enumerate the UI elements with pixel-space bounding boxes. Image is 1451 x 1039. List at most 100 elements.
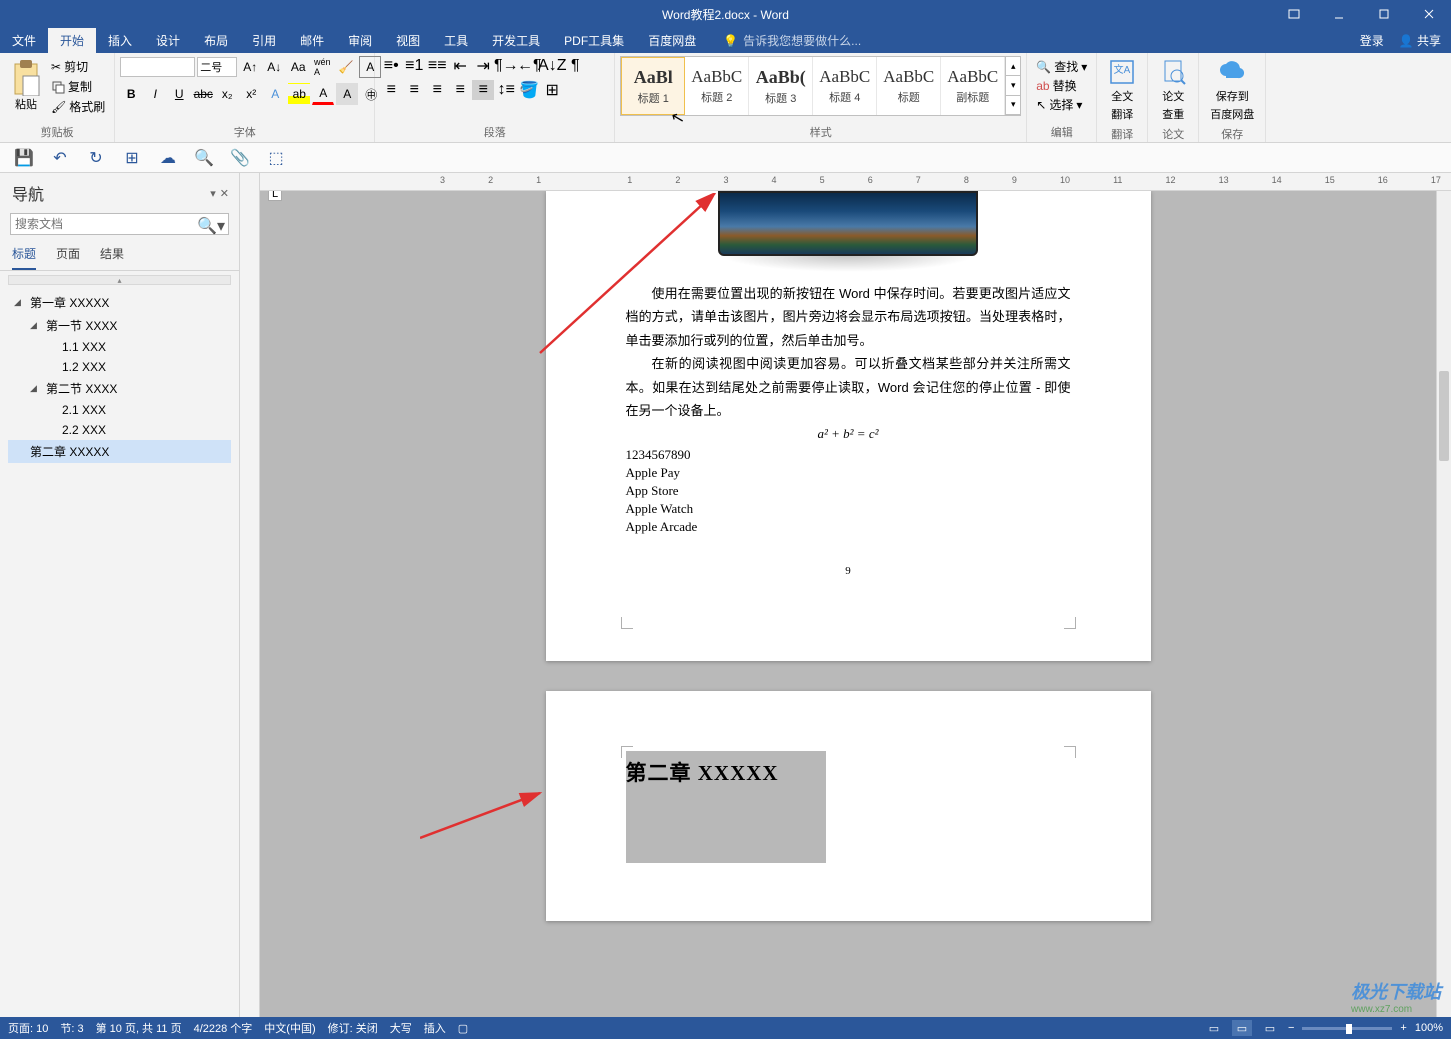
borders-icon[interactable]: ⊞ — [541, 80, 563, 100]
nav-dropdown-icon[interactable]: ▾ — [210, 187, 216, 200]
inline-image[interactable] — [718, 191, 978, 256]
tab-insert[interactable]: 插入 — [96, 28, 144, 53]
tab-layout[interactable]: 布局 — [192, 28, 240, 53]
change-case-icon[interactable]: Aa — [287, 56, 309, 78]
table-icon[interactable]: ⊞ — [123, 149, 141, 167]
justify-icon[interactable]: ≡ — [449, 80, 471, 100]
align-center-icon[interactable]: ≡ — [403, 80, 425, 100]
minimize-icon[interactable] — [1316, 0, 1361, 28]
close-icon[interactable] — [1406, 0, 1451, 28]
nav-item-7[interactable]: 第二章 XXXXX — [8, 440, 231, 463]
read-mode-icon[interactable]: ▭ — [1204, 1020, 1224, 1036]
equation[interactable]: a² + b² = c² — [626, 422, 1071, 445]
inc-indent-icon[interactable]: ⇥ — [472, 56, 494, 76]
numbering-icon[interactable]: ≡1 — [403, 56, 425, 76]
status-page[interactable]: 页面: 10 — [8, 1020, 48, 1036]
font-color-icon[interactable]: A — [312, 83, 334, 105]
styles-gallery[interactable]: AaBl标题 1AaBbC标题 2AaBb(标题 3AaBbC标题 4AaBbC… — [620, 56, 1021, 116]
document-page-1[interactable]: 使用在需要位置出现的新按钮在 Word 中保存时间。若要更改图片适应文档的方式，… — [546, 191, 1151, 661]
sort-icon[interactable]: A↓Z — [541, 56, 563, 76]
copy-button[interactable]: 复制 — [51, 78, 105, 95]
tab-view[interactable]: 视图 — [384, 28, 432, 53]
tab-stop-indicator[interactable]: L — [268, 191, 282, 201]
tab-developer[interactable]: 开发工具 — [480, 28, 552, 53]
paste-button[interactable]: 粘贴 — [5, 56, 47, 114]
macro-icon[interactable]: ▢ — [458, 1022, 468, 1035]
save-to-baidu-button[interactable]: 保存到 百度网盘 — [1204, 56, 1260, 124]
font-size-input[interactable] — [197, 57, 237, 77]
list-item[interactable]: Apple Watch — [626, 500, 1071, 518]
strike-button[interactable]: abc — [192, 83, 214, 105]
nav-item-0[interactable]: ◢第一章 XXXXX — [8, 291, 231, 314]
maximize-icon[interactable] — [1361, 0, 1406, 28]
ribbon-display-icon[interactable] — [1271, 0, 1316, 28]
style-item-4[interactable]: AaBbC标题 — [877, 57, 941, 115]
nav-item-4[interactable]: ◢第二节 XXXX — [8, 377, 231, 400]
subscript-button[interactable]: x₂ — [216, 83, 238, 105]
save-icon[interactable]: 💾 — [15, 149, 33, 167]
list-item[interactable]: Apple Arcade — [626, 518, 1071, 536]
nav-collapse-bar[interactable]: ▴ — [8, 275, 231, 285]
style-item-1[interactable]: AaBbC标题 2 — [685, 57, 749, 115]
list-item[interactable]: Apple Pay — [626, 464, 1071, 482]
underline-button[interactable]: U — [168, 83, 190, 105]
style-item-2[interactable]: AaBb(标题 3 — [749, 57, 813, 115]
tab-references[interactable]: 引用 — [240, 28, 288, 53]
nav-item-6[interactable]: 2.2 XXX — [8, 420, 231, 440]
list-item[interactable]: App Store — [626, 482, 1071, 500]
thesis-check-button[interactable]: 论文 查重 — [1153, 56, 1193, 124]
status-words[interactable]: 4/2228 个字 — [194, 1020, 253, 1036]
format-painter-button[interactable]: 🖌格式刷 — [51, 98, 105, 115]
superscript-button[interactable]: x² — [240, 83, 262, 105]
status-pagecount[interactable]: 第 10 页, 共 11 页 — [96, 1020, 182, 1036]
text-effects-icon[interactable]: A — [264, 83, 286, 105]
nav-item-5[interactable]: 2.1 XXX — [8, 400, 231, 420]
clear-format-icon[interactable]: 🧹 — [335, 56, 357, 78]
vertical-scrollbar[interactable] — [1436, 191, 1451, 1017]
nav-item-2[interactable]: 1.1 XXX — [8, 337, 231, 357]
replace-button[interactable]: ab替换 — [1036, 77, 1087, 94]
style-item-5[interactable]: AaBbC副标题 — [941, 57, 1005, 115]
align-right-icon[interactable]: ≡ — [426, 80, 448, 100]
zoom-slider[interactable] — [1302, 1027, 1392, 1030]
paragraph-text[interactable]: 在新的阅读视图中阅读更加容易。可以折叠文档某些部分并关注所需文本。如果在达到结尾… — [626, 352, 1071, 422]
horizontal-ruler[interactable]: 3211234567891011121314151617 — [260, 173, 1451, 191]
font-name-input[interactable] — [120, 57, 195, 77]
search-icon[interactable]: 🔍▾ — [197, 216, 225, 236]
web-layout-icon[interactable]: ▭ — [1260, 1020, 1280, 1036]
phonetic-guide-icon[interactable]: wénA — [311, 56, 333, 78]
tab-tools[interactable]: 工具 — [432, 28, 480, 53]
distribute-icon[interactable]: ≡ — [472, 80, 494, 100]
multilevel-icon[interactable]: ≡≡ — [426, 56, 448, 76]
customize-icon[interactable]: ⬚ — [267, 149, 285, 167]
tab-file[interactable]: 文件 — [0, 28, 48, 53]
share-button[interactable]: 👤 共享 — [1399, 32, 1441, 49]
nav-tab-headings[interactable]: 标题 — [12, 245, 36, 270]
shading-icon[interactable]: 🪣 — [518, 80, 540, 100]
dec-indent-icon[interactable]: ⇤ — [449, 56, 471, 76]
tell-me-input[interactable]: 💡 告诉我您想要做什么... — [723, 28, 861, 53]
zoom-out-icon[interactable]: − — [1288, 1022, 1294, 1034]
status-section[interactable]: 节: 3 — [60, 1020, 83, 1036]
list-item[interactable]: 1234567890 — [626, 446, 1071, 464]
bullets-icon[interactable]: ≡• — [380, 56, 402, 76]
nav-tab-results[interactable]: 结果 — [100, 245, 124, 270]
select-button[interactable]: ↖选择 ▾ — [1036, 96, 1087, 113]
tab-home[interactable]: 开始 — [48, 28, 96, 53]
italic-button[interactable]: I — [144, 83, 166, 105]
nav-item-1[interactable]: ◢第一节 XXXX — [8, 314, 231, 337]
paragraph-text[interactable]: 使用在需要位置出现的新按钮在 Word 中保存时间。若要更改图片适应文档的方式，… — [626, 282, 1071, 352]
sync-icon[interactable]: ☁ — [159, 149, 177, 167]
show-marks-icon[interactable]: ¶ — [564, 56, 586, 76]
style-item-0[interactable]: AaBl标题 1 — [621, 57, 685, 115]
nav-close-icon[interactable]: ✕ — [220, 187, 229, 200]
shrink-font-icon[interactable]: A↓ — [263, 56, 285, 78]
rtl-icon[interactable]: ←¶ — [518, 56, 540, 76]
grow-font-icon[interactable]: A↑ — [239, 56, 261, 78]
find-button[interactable]: 🔍查找 ▾ — [1036, 58, 1087, 75]
full-translate-button[interactable]: 文A 全文 翻译 — [1102, 56, 1142, 124]
status-insert[interactable]: 插入 — [424, 1020, 446, 1036]
status-caps[interactable]: 大写 — [390, 1020, 412, 1036]
zoom-in-icon[interactable]: + — [1400, 1022, 1406, 1034]
tab-design[interactable]: 设计 — [144, 28, 192, 53]
